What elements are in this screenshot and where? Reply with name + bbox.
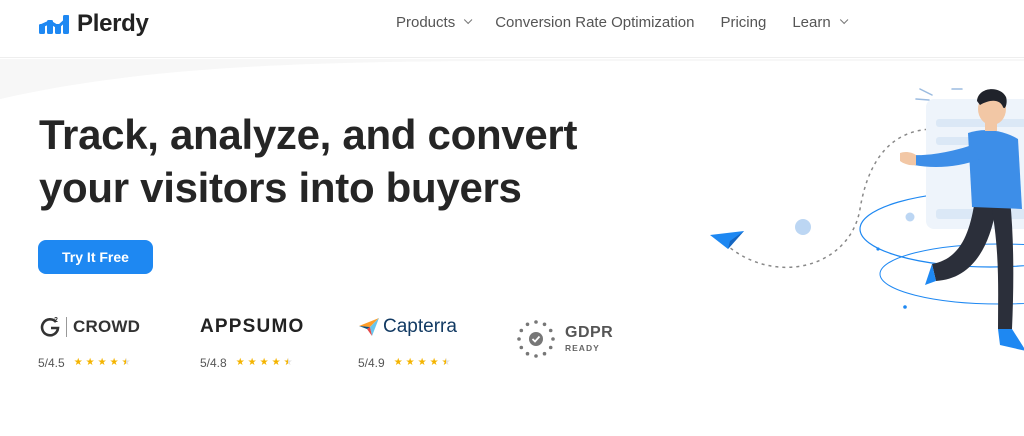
- star-icon: ★: [429, 357, 439, 368]
- rating-appsumo[interactable]: APPSUMO 5/4.8 ★ ★ ★ ★ ★: [200, 312, 304, 370]
- capterra-arrow-icon: [359, 318, 379, 336]
- nav-item-label: Conversion Rate Optimization: [495, 13, 695, 31]
- nav-item-label: Pricing: [720, 13, 767, 31]
- rating-capterra[interactable]: Capterra 5/4.9 ★ ★ ★ ★ ★: [358, 312, 457, 370]
- gdpr-stars-check-icon: [517, 320, 555, 358]
- g2-crowd-logo: 2 CROWD: [38, 312, 140, 342]
- rating-score-row: 5/4.5 ★ ★ ★ ★ ★: [38, 356, 140, 370]
- half-star-icon: ★: [442, 358, 451, 369]
- star-rating: ★ ★ ★ ★ ★: [393, 357, 451, 369]
- star-icon: ★: [271, 357, 281, 368]
- main-nav: Products Conversion Rate Optimization Pr…: [396, 0, 871, 44]
- star-icon: ★: [247, 357, 257, 368]
- appsumo-text: APPSUMO: [200, 316, 305, 337]
- star-icon: ★: [417, 357, 427, 368]
- headline-line-1: Track, analyze, and convert: [39, 111, 578, 158]
- hero-illustration: [710, 88, 1024, 351]
- appsumo-logo: APPSUMO: [200, 312, 304, 342]
- g2-superscript: 2: [54, 317, 58, 324]
- decor-circle: [905, 212, 915, 222]
- chevron-down-icon: [839, 15, 849, 25]
- star-rating: ★ ★ ★ ★ ★: [73, 357, 131, 369]
- star-icon: ★: [259, 357, 269, 368]
- rating-score-row: 5/4.8 ★ ★ ★ ★ ★: [200, 356, 304, 370]
- star-icon: ★: [405, 357, 415, 368]
- half-star-icon: ★: [122, 358, 131, 369]
- gdpr-subtitle: READY: [565, 343, 600, 354]
- rating-score-row: 5/4.9 ★ ★ ★ ★ ★: [358, 356, 457, 370]
- star-icon: ★: [109, 357, 119, 368]
- gdpr-badge: GDPR READY: [515, 318, 613, 360]
- capterra-text: Capterra: [383, 316, 457, 337]
- rating-score: 5/4.9: [358, 356, 385, 370]
- nav-item-pricing[interactable]: Pricing: [720, 14, 766, 31]
- try-it-free-button[interactable]: Try It Free: [38, 240, 153, 274]
- star-icon: ★: [73, 357, 83, 368]
- star-icon: ★: [85, 357, 95, 368]
- capterra-logo: Capterra: [358, 312, 457, 342]
- gdpr-text: GDPR READY: [565, 325, 613, 353]
- g2-logo-icon: 2: [40, 317, 60, 337]
- nav-item-products[interactable]: Products: [396, 13, 473, 31]
- decor-circle: [795, 219, 811, 235]
- site-header: Plerdy Products Conversion Rate Optimiza…: [0, 0, 1024, 58]
- dotted-flight-path: [719, 128, 936, 269]
- nav-item-conversion-rate-optimization[interactable]: Conversion Rate Optimization: [495, 14, 694, 31]
- nav-item-label: Products: [396, 13, 456, 31]
- paper-plane-icon: [710, 231, 744, 249]
- logo-text: Plerdy: [77, 10, 149, 37]
- half-star-icon: ★: [284, 358, 293, 369]
- rating-score: 5/4.8: [200, 356, 227, 370]
- rating-score: 5/4.5: [38, 356, 65, 370]
- nav-item-label: Learn: [792, 13, 831, 31]
- plerdy-logo[interactable]: Plerdy: [38, 10, 149, 38]
- chevron-down-icon: [464, 15, 473, 25]
- nav-item-learn[interactable]: Learn: [792, 13, 849, 31]
- g2-crowd-text: CROWD: [66, 317, 140, 337]
- star-icon: ★: [235, 357, 245, 368]
- star-rating: ★ ★ ★ ★ ★: [235, 357, 293, 369]
- hero-headline: Track, analyze, and convert your visitor…: [39, 108, 719, 214]
- star-icon: ★: [97, 357, 107, 368]
- headline-line-2: your visitors into buyers: [39, 164, 522, 211]
- star-icon: ★: [393, 357, 403, 368]
- bar-chart-logo-icon: [39, 15, 69, 34]
- rating-g2-crowd[interactable]: 2 CROWD 5/4.5 ★ ★ ★ ★ ★: [38, 312, 140, 370]
- gdpr-title: GDPR: [565, 324, 614, 342]
